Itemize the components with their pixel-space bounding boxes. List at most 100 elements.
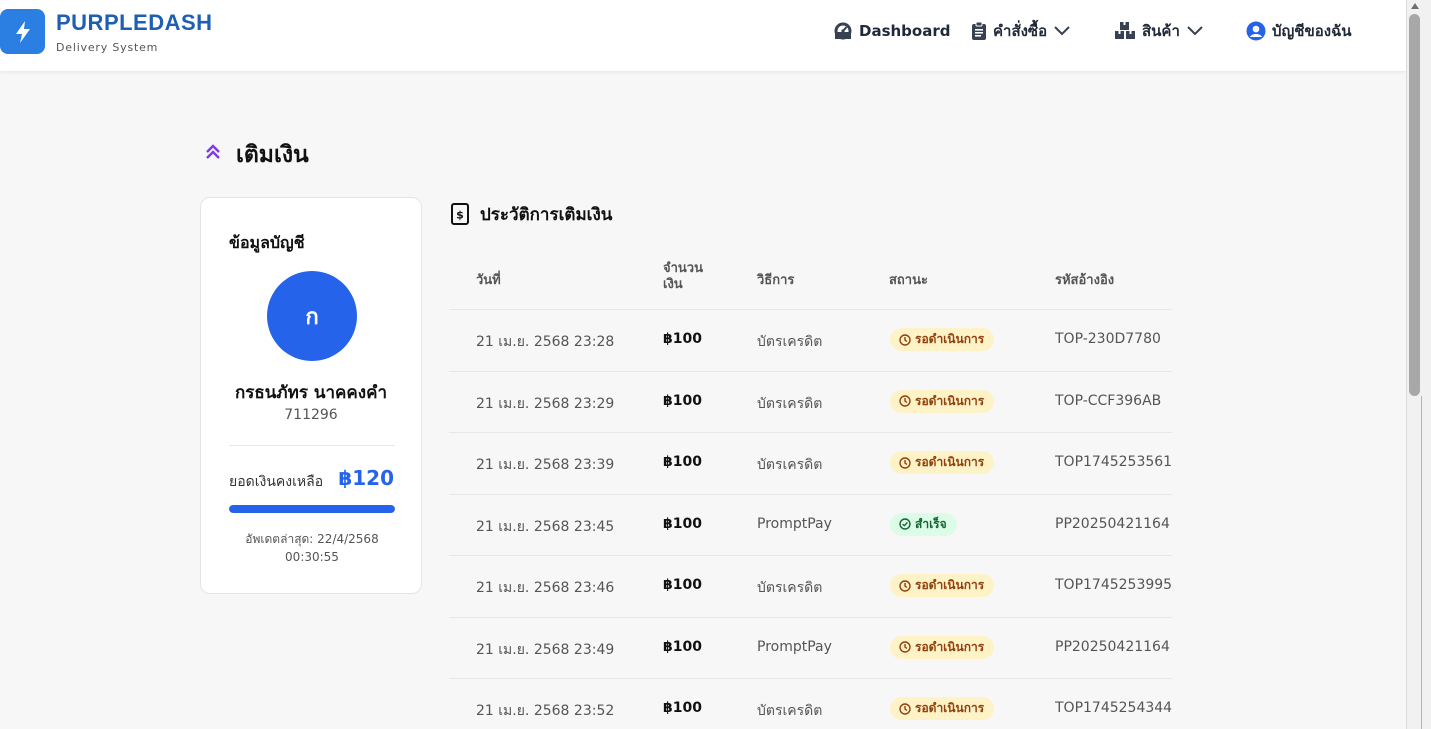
cell-ref: TOP17452543449 [1055, 700, 1172, 716]
status-badge: รอดำเนินการ [890, 328, 995, 351]
last-updated-time: 00:30:55 [285, 550, 339, 564]
nav-dashboard[interactable]: Dashboard [833, 19, 950, 43]
gauge-icon [833, 21, 853, 41]
status-text: รอดำเนินการ [915, 393, 985, 408]
table-row: 21 เม.ย. 2568 23:39 ฿100 บัตรเครดิต รอดำเนิ… [449, 433, 1172, 495]
chevron-down-icon [1053, 22, 1071, 40]
cell-method: PromptPay [757, 638, 832, 655]
boxes-icon [1114, 21, 1136, 41]
topup-history-table: วันที่ จำนวน เงิน วิธีการ สถานะ รหัสอ้าง… [449, 248, 1172, 729]
cell-amount: ฿100 [663, 515, 702, 532]
cell-ref: PP20250421164 [1055, 515, 1170, 532]
status-text: รอดำเนินการ [915, 332, 985, 346]
nav-account-label: บัญชีของฉัน [1272, 22, 1352, 40]
account-id: 711296 [284, 407, 338, 423]
status-badge: รอดำเนินการ [890, 697, 995, 720]
nav-orders[interactable]: คำสั่งซื้อ [971, 19, 1071, 43]
nav-orders-label: คำสั่งซื้อ [993, 22, 1048, 40]
col-amount: จำนวน เงิน [663, 261, 703, 293]
cell-amount: ฿100 [663, 331, 702, 347]
scroll-up-arrow-icon[interactable] [1411, 3, 1419, 9]
account-info-card: ข้อมูลบัญชี ก กรธนภัทร นาคคงคำ 711296 ยอ… [200, 197, 422, 594]
last-updated-date: อัพเดตล่าสุด: 22/4/2568 [245, 532, 379, 546]
status-badge: รอดำเนินการ [890, 451, 995, 474]
col-amount-line1: จำนวน [663, 261, 703, 276]
cell-date: 21 เม.ย. 2568 23:49 [476, 641, 615, 658]
cell-date: 21 เม.ย. 2568 23:52 [476, 703, 615, 719]
brand-subtitle: Delivery System [56, 41, 159, 54]
cell-ref: TOP-CCF396AB [1055, 392, 1162, 409]
clock-icon [899, 702, 911, 715]
clipboard-icon [971, 21, 987, 41]
nav-products[interactable]: สินค้า [1114, 19, 1204, 43]
cell-amount: ฿100 [663, 454, 702, 470]
nav-dashboard-label: Dashboard [859, 22, 951, 40]
money-bill-icon: $ [451, 203, 469, 229]
cell-date: 21 เม.ย. 2568 23:28 [476, 334, 615, 350]
status-text: สำเร็จ [915, 516, 947, 531]
last-updated: อัพเดตล่าสุด: 22/4/2568 00:30:55 [229, 530, 395, 566]
cell-date: 21 เม.ย. 2568 23:29 [476, 395, 615, 412]
scrollbar-thumb[interactable] [1409, 14, 1420, 396]
account-name: กรธนภัทร นาคคงคำ [234, 383, 387, 403]
status-badge: รอดำเนินการ [890, 635, 995, 659]
svg-text:$: $ [456, 209, 464, 222]
clock-icon [899, 456, 911, 469]
col-status: สถานะ [889, 273, 928, 288]
cell-ref: TOP17452535617 [1055, 454, 1172, 470]
status-text: รอดำเนินการ [915, 578, 985, 592]
nav-account[interactable]: บัญชีของฉัน [1246, 19, 1352, 43]
table-row: 21 เม.ย. 2568 23:28 ฿100 บัตรเครดิต รอดำเนิ… [449, 310, 1172, 372]
nav-products-label: สินค้า [1142, 22, 1180, 40]
avatar: ก [267, 271, 357, 361]
col-method: วิธีการ [757, 273, 795, 288]
cell-ref: PP20250421164 [1055, 638, 1170, 655]
page-title: เติมเงิน [236, 142, 309, 168]
balance-value: ฿120 [338, 466, 394, 490]
col-date: วันที่ [476, 273, 501, 288]
cell-date: 21 เม.ย. 2568 23:46 [476, 580, 615, 596]
cell-method: บัตรเครดิต [757, 703, 823, 719]
table-row: 21 เม.ย. 2568 23:49 ฿100 PromptPay รอดำเนิน… [449, 618, 1172, 679]
balance-label: ยอดเงินคงเหลือ [229, 474, 324, 490]
table-row: 21 เม.ย. 2568 23:46 ฿100 บัตรเครดิต รอดำเนิ… [449, 556, 1172, 618]
card-title: ข้อมูลบัญชี [229, 233, 305, 252]
check-circle-icon [899, 518, 911, 530]
table-row: 21 เม.ย. 2568 23:45 ฿100 PromptPay สำเร็จ PP… [449, 495, 1172, 556]
col-amount-line2: เงิน [663, 277, 683, 292]
user-circle-icon [1246, 21, 1266, 41]
top-navbar: PURPLEDASH Delivery System Dashboard คำส… [0, 0, 1406, 71]
cell-amount: ฿100 [663, 577, 702, 593]
divider [229, 445, 395, 446]
clock-icon [899, 579, 911, 592]
cell-date: 21 เม.ย. 2568 23:45 [476, 518, 615, 535]
clock-icon [899, 333, 911, 346]
status-text: รอดำเนินการ [915, 455, 985, 469]
page-edge-line [1421, 396, 1422, 729]
clock-icon [899, 641, 911, 653]
table-row: 21 เม.ย. 2568 23:29 ฿100 บัตรเครดิต รอดำเนิ… [449, 372, 1172, 433]
table-header: วันที่ จำนวน เงิน วิธีการ สถานะ รหัสอ้าง… [449, 248, 1172, 310]
status-badge: สำเร็จ [890, 512, 957, 536]
cell-method: บัตรเครดิต [757, 457, 823, 473]
cell-ref: TOP17452539956 [1055, 577, 1172, 593]
brand-name[interactable]: PURPLEDASH [56, 10, 213, 36]
cell-date: 21 เม.ย. 2568 23:39 [476, 457, 615, 473]
clock-icon [899, 395, 911, 407]
col-ref: รหัสอ้างอิง [1055, 273, 1115, 288]
table-row: 21 เม.ย. 2568 23:52 ฿100 บัตรเครดิต รอดำเนิ… [449, 679, 1172, 729]
cell-amount: ฿100 [663, 392, 702, 409]
cell-amount: ฿100 [663, 700, 702, 716]
status-badge: รอดำเนินการ [890, 574, 995, 597]
status-badge: รอดำเนินการ [890, 389, 995, 413]
cell-method: บัตรเครดิต [757, 395, 823, 412]
logo-icon[interactable] [0, 9, 45, 54]
cell-amount: ฿100 [663, 638, 702, 655]
chevron-down-icon [1186, 22, 1204, 40]
balance-bar [229, 505, 395, 513]
balance-bar-fill [229, 505, 395, 513]
history-title: ประวัติการเติมเงิน [480, 205, 613, 225]
table-body: 21 เม.ย. 2568 23:28 ฿100 บัตรเครดิต รอดำเนิ… [449, 310, 1172, 729]
cell-method: PromptPay [757, 515, 832, 532]
status-text: รอดำเนินการ [915, 701, 985, 715]
